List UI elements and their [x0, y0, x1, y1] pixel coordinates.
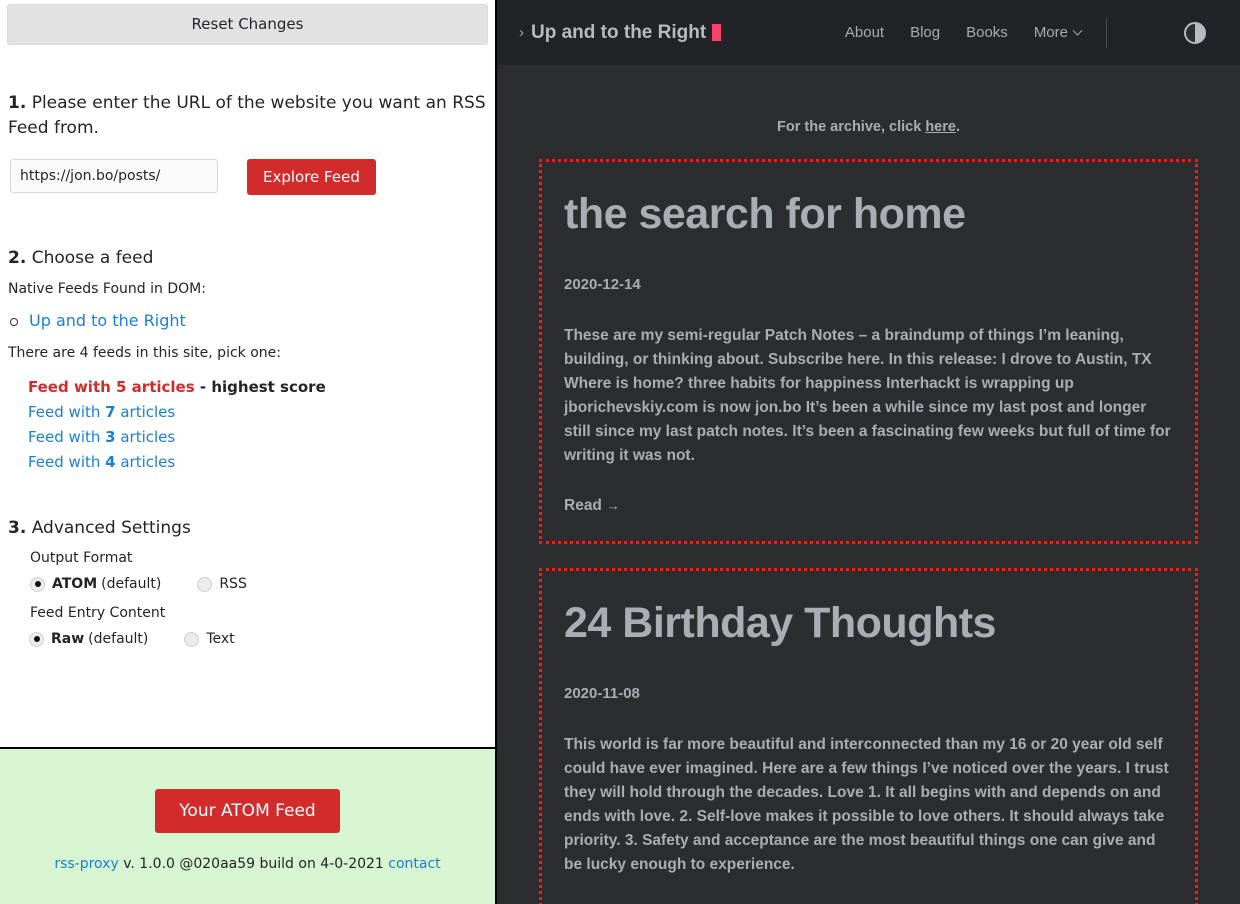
read-label: Read — [564, 497, 602, 514]
radio-label: ATOM — [52, 576, 97, 592]
archive-text-before: For the archive, click — [777, 119, 925, 135]
native-feeds-label: Native Feeds Found in DOM: — [8, 281, 487, 297]
radio-entry-text[interactable]: Text — [184, 631, 234, 647]
step-2-heading: 2. Choose a feed — [8, 248, 487, 268]
radio-output-atom[interactable]: ATOM (default) — [30, 576, 161, 592]
feed-choice-count: 3 — [105, 428, 115, 446]
output-format-group: Output Format ATOM (default) RSS Feed En… — [8, 550, 487, 647]
chevron-right-icon: › — [519, 24, 524, 41]
radio-dot-icon[interactable] — [30, 577, 45, 592]
site-nav: About Blog Books More — [845, 18, 1206, 48]
feed-choice-count: 4 — [105, 453, 115, 471]
step-2-title-text: Choose a feed — [32, 248, 154, 268]
article-date: 2020-12-14 — [564, 276, 1173, 293]
article-date: 2020-11-08 — [564, 685, 1173, 702]
radio-dot-icon[interactable] — [197, 577, 212, 592]
feed-choice-option[interactable]: Feed with 5 articles - highest score — [28, 375, 487, 400]
list-item: Up and to the Right — [8, 311, 487, 331]
feed-choice-prefix: Feed with — [28, 378, 116, 396]
radio-entry-raw[interactable]: Raw (default) — [29, 631, 148, 647]
feed-choice-suffix: articles — [116, 403, 176, 421]
feed-entry-content-label: Feed Entry Content — [30, 605, 487, 621]
reset-changes-button[interactable]: Reset Changes — [7, 4, 488, 45]
feed-choice-option[interactable]: Feed with 4 articles — [28, 450, 487, 475]
step-1-number: 1. — [8, 93, 26, 113]
brand-name: Up and to the Right — [531, 22, 706, 44]
radio-label: Raw — [51, 631, 84, 647]
build-info: rss-proxy v. 1.0.0 @020aa59 build on 4-0… — [54, 856, 440, 872]
archive-notice: For the archive, click here. — [497, 65, 1240, 135]
step-3-section: 3. Advanced Settings Output Format ATOM … — [0, 518, 495, 647]
your-atom-feed-button[interactable]: Your ATOM Feed — [155, 789, 339, 833]
feed-choice-option[interactable]: Feed with 7 articles — [28, 400, 487, 425]
feed-choice-suffix: articles — [126, 378, 194, 396]
radio-label: Text — [206, 631, 234, 647]
article-body: This world is far more beautiful and int… — [564, 733, 1173, 877]
nav-item-more[interactable]: More — [1034, 24, 1081, 41]
feed-choice-prefix: Feed with — [28, 453, 105, 471]
hamburger-menu-icon[interactable] — [1132, 28, 1154, 38]
nav-item-blog[interactable]: Blog — [910, 24, 940, 41]
url-input-row: Explore Feed — [8, 159, 487, 195]
step-1-text: Please enter the URL of the website you … — [8, 93, 486, 138]
feed-choice-option[interactable]: Feed with 3 articles — [28, 425, 487, 450]
step-1-heading: 1. Please enter the URL of the website y… — [8, 91, 487, 141]
sidebar-footer: Your ATOM Feed rss-proxy v. 1.0.0 @020aa… — [0, 747, 495, 904]
output-format-label: Output Format — [30, 550, 487, 566]
step-3-heading: 3. Advanced Settings — [8, 518, 487, 538]
radio-output-rss[interactable]: RSS — [197, 576, 247, 592]
nav-item-more-label: More — [1034, 24, 1068, 41]
archive-here-link[interactable]: here — [925, 119, 956, 135]
radio-dot-icon[interactable] — [29, 632, 44, 647]
article-body: These are my semi-regular Patch Notes – … — [564, 324, 1173, 468]
rss-proxy-link[interactable]: rss-proxy — [54, 856, 118, 872]
site-topbar: › Up and to the Right About Blog Books M… — [497, 0, 1240, 65]
explore-feed-button[interactable]: Explore Feed — [247, 159, 376, 195]
radio-note: (default) — [101, 576, 161, 592]
step-3-title-text: Advanced Settings — [32, 518, 191, 538]
cursor-block-icon — [712, 24, 721, 41]
sidebar-scroll-area: Reset Changes 1. Please enter the URL of… — [0, 0, 495, 747]
build-text: v. 1.0.0 @020aa59 build on 4-0-2021 — [119, 856, 389, 872]
radio-label: RSS — [219, 576, 247, 592]
pick-one-note: There are 4 feeds in this site, pick one… — [8, 345, 487, 361]
article-card: the search for home 2020-12-14 These are… — [539, 159, 1198, 544]
step-2-number: 2. — [8, 248, 26, 268]
article-card: 24 Birthday Thoughts 2020-11-08 This wor… — [539, 568, 1198, 904]
nav-item-about[interactable]: About — [845, 24, 884, 41]
article-title: the search for home — [564, 192, 1173, 237]
contrast-theme-toggle-icon[interactable] — [1184, 22, 1206, 44]
article-title: 24 Birthday Thoughts — [564, 601, 1173, 646]
feed-choice-count: 7 — [105, 403, 115, 421]
feed-choice-prefix: Feed with — [28, 403, 105, 421]
website-url-input[interactable] — [10, 159, 218, 193]
nav-divider — [1106, 18, 1107, 48]
site-preview-panel: › Up and to the Right About Blog Books M… — [497, 0, 1240, 904]
step-1-section: 1. Please enter the URL of the website y… — [0, 91, 495, 195]
step-3-number: 3. — [8, 518, 26, 538]
feed-choices-list: Feed with 5 articles - highest score Fee… — [8, 375, 487, 475]
output-format-radios: ATOM (default) RSS — [30, 576, 487, 592]
article-read-link[interactable]: Read → — [564, 497, 620, 515]
feed-choice-prefix: Feed with — [28, 428, 105, 446]
feed-choice-extra: - highest score — [195, 378, 326, 396]
native-feeds-list: Up and to the Right — [8, 311, 487, 331]
step-2-section: 2. Choose a feed Native Feeds Found in D… — [0, 248, 495, 475]
nav-item-books[interactable]: Books — [966, 24, 1008, 41]
feed-entry-radios: Raw (default) Text — [29, 631, 487, 647]
arrow-right-icon: → — [607, 498, 620, 513]
chevron-down-icon — [1073, 26, 1083, 36]
feed-choice-count: 5 — [116, 378, 126, 396]
radio-dot-icon[interactable] — [184, 632, 199, 647]
contact-link[interactable]: contact — [388, 856, 440, 872]
native-feed-link[interactable]: Up and to the Right — [29, 311, 186, 330]
feed-choice-suffix: articles — [116, 453, 176, 471]
site-brand[interactable]: › Up and to the Right — [519, 22, 721, 44]
archive-text-after: . — [956, 119, 960, 135]
rss-proxy-panel: Reset Changes 1. Please enter the URL of… — [0, 0, 497, 904]
feed-choice-suffix: articles — [116, 428, 176, 446]
app-root: Reset Changes 1. Please enter the URL of… — [0, 0, 1240, 904]
radio-note: (default) — [88, 631, 148, 647]
